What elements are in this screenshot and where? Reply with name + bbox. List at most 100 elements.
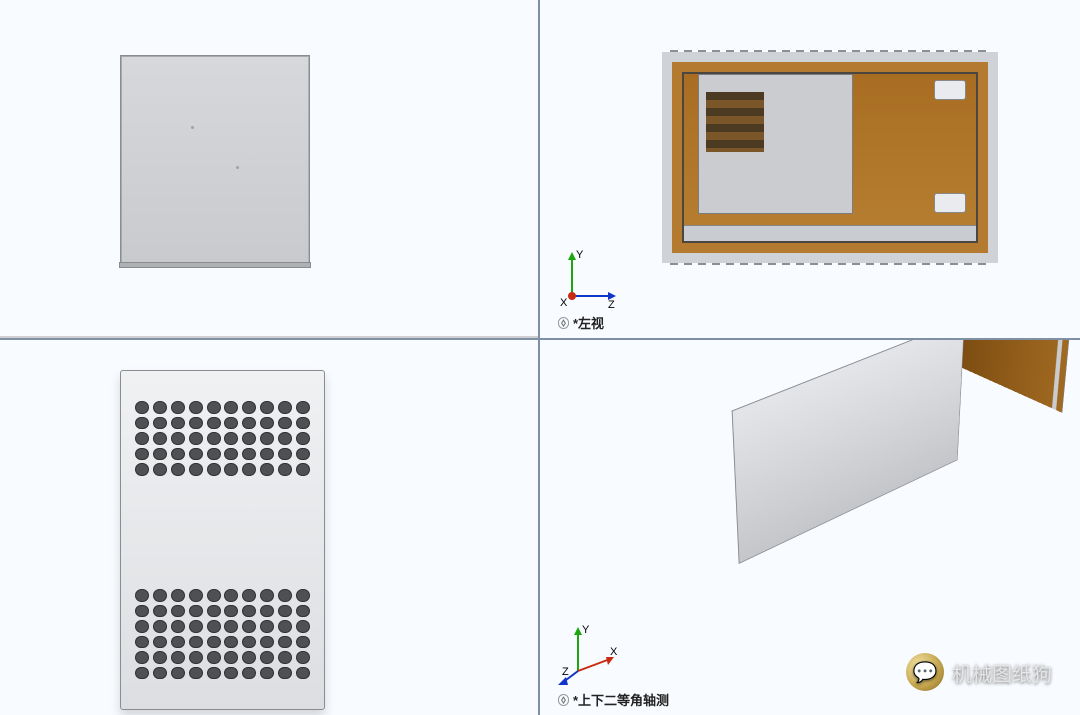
vent-slot — [242, 636, 256, 649]
vent-slot — [242, 651, 256, 664]
vent-slot — [242, 620, 256, 633]
vent-slot — [224, 651, 238, 664]
link-icon: ⬨ — [558, 317, 569, 329]
vent-grid — [135, 401, 221, 476]
vent-slot — [153, 589, 167, 602]
vent-grid — [224, 401, 310, 476]
vent-slot — [135, 620, 149, 633]
enclosure-interior — [682, 72, 978, 243]
vent-slot — [296, 636, 310, 649]
vent-slot — [207, 651, 221, 664]
axis-triad: Y Z X — [560, 248, 620, 308]
vent-slot — [296, 448, 310, 461]
vent-slot — [278, 620, 292, 633]
vent-slot — [278, 636, 292, 649]
component-cap — [934, 80, 966, 100]
vent-slot — [260, 605, 274, 618]
view-label-left[interactable]: ⬨ *左视 — [558, 313, 604, 332]
vent-slot — [260, 432, 274, 445]
vent-edge-top — [670, 50, 990, 58]
vent-slot — [189, 401, 203, 414]
vent-slot — [260, 448, 274, 461]
vent-slot — [224, 417, 238, 430]
vent-slot — [189, 620, 203, 633]
vent-slot — [242, 667, 256, 680]
vent-slot — [189, 636, 203, 649]
vent-slot — [189, 432, 203, 445]
vent-slot — [260, 463, 274, 476]
model-side-panel[interactable] — [120, 55, 310, 265]
vent-slot — [207, 448, 221, 461]
axis-triad: Y X Z — [560, 625, 620, 685]
vent-slot — [171, 417, 185, 430]
axis-y-label: Y — [582, 624, 590, 636]
vent-slot — [224, 605, 238, 618]
vent-slot — [153, 651, 167, 664]
vent-slot — [278, 605, 292, 618]
vent-slot — [171, 448, 185, 461]
vent-slot — [171, 432, 185, 445]
vent-slot — [278, 448, 292, 461]
vent-slot — [207, 432, 221, 445]
vent-slot — [207, 667, 221, 680]
vent-slot — [153, 620, 167, 633]
model-isometric[interactable] — [630, 350, 1050, 690]
model-top-panel[interactable] — [120, 370, 325, 710]
iso-face-front — [732, 340, 965, 564]
vent-slot — [296, 401, 310, 414]
vent-slot — [189, 667, 203, 680]
vent-slot — [260, 417, 274, 430]
vent-slot — [153, 417, 167, 430]
vent-grid — [135, 589, 221, 679]
viewport-top[interactable] — [0, 340, 540, 715]
model-open-enclosure[interactable] — [670, 60, 990, 255]
vent-slot — [207, 620, 221, 633]
vent-slot — [224, 432, 238, 445]
vent-slot — [135, 589, 149, 602]
vent-slot — [207, 401, 221, 414]
vent-slot — [260, 620, 274, 633]
bottom-rail — [684, 225, 976, 241]
vent-slot — [189, 589, 203, 602]
viewport-left[interactable]: Y Z X ⬨ *左视 — [540, 0, 1080, 340]
vent-slot — [135, 463, 149, 476]
vent-slot — [135, 651, 149, 664]
vent-slot — [153, 636, 167, 649]
vent-slot — [189, 448, 203, 461]
vent-slot — [260, 636, 274, 649]
vent-slot — [153, 401, 167, 414]
vent-slot — [242, 448, 256, 461]
vent-grid — [224, 589, 310, 679]
vent-slot — [189, 463, 203, 476]
vent-slot — [135, 605, 149, 618]
vent-slot — [296, 667, 310, 680]
vent-slot — [296, 651, 310, 664]
heatsink — [706, 92, 764, 152]
vent-slot — [189, 605, 203, 618]
vent-slot — [296, 432, 310, 445]
vent-slot — [207, 589, 221, 602]
vent-slot — [189, 417, 203, 430]
hole-marker — [236, 166, 239, 169]
vent-slot — [260, 589, 274, 602]
axis-z-label: Z — [562, 666, 569, 678]
vent-slot — [207, 605, 221, 618]
vent-slot — [278, 401, 292, 414]
vent-slot — [224, 620, 238, 633]
vent-slot — [135, 448, 149, 461]
vent-slot — [207, 463, 221, 476]
vent-slot — [171, 463, 185, 476]
vent-edge-bottom — [670, 257, 990, 265]
four-view-grid: Y Z X ⬨ *左视 — [0, 0, 1080, 715]
vent-slot — [224, 667, 238, 680]
vent-slot — [207, 417, 221, 430]
vent-slot — [171, 636, 185, 649]
hole-marker — [191, 126, 194, 129]
vent-slot — [189, 651, 203, 664]
watermark: 💬 机械图纸狗 — [906, 653, 1052, 691]
vent-slot — [135, 636, 149, 649]
viewport-front[interactable] — [0, 0, 540, 340]
view-label-iso[interactable]: ⬨ *上下二等角轴测 — [558, 690, 669, 709]
vent-slot — [171, 651, 185, 664]
vent-slot — [278, 651, 292, 664]
